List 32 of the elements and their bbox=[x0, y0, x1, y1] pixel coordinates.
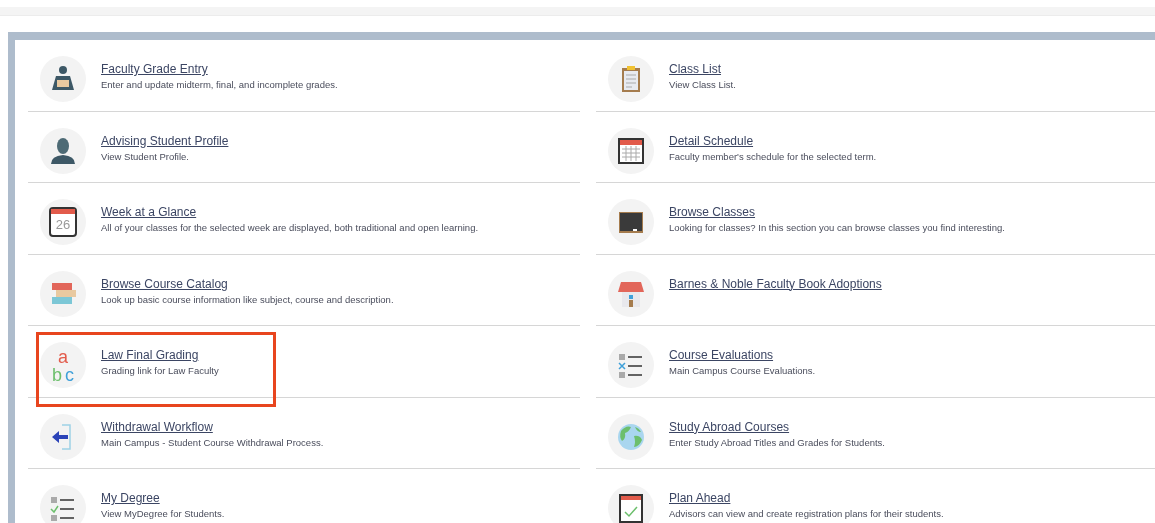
link[interactable]: Course Evaluations bbox=[669, 348, 774, 363]
link[interactable]: Browse Classes bbox=[669, 205, 756, 220]
description: Advisors can view and create registration plans for their students. bbox=[669, 507, 944, 521]
globe-icon bbox=[616, 421, 646, 452]
description: Main Campus - Student Course Withdrawal Process. bbox=[101, 435, 324, 450]
description: Look up basic course information like subject, course and description. bbox=[101, 292, 394, 307]
link[interactable]: Withdrawal Workflow bbox=[101, 419, 213, 435]
link[interactable]: Law Final Grading bbox=[101, 348, 199, 363]
calendar-grid-icon bbox=[616, 135, 646, 166]
link[interactable]: Barnes & Noble Faculty Book Adoptions bbox=[669, 276, 882, 292]
description: Looking for classes? In this section you can browse classes you find interesting. bbox=[669, 221, 1005, 235]
link[interactable]: My Degree bbox=[101, 491, 160, 506]
description: View MyDegree for Students. bbox=[101, 507, 225, 521]
link[interactable]: Week at a Glance bbox=[101, 205, 197, 220]
description: Enter and update midterm, final, and incomplete grades. bbox=[101, 78, 338, 92]
letters-icon: a b c bbox=[48, 348, 78, 382]
link[interactable]: Browse Course Catalog bbox=[101, 276, 228, 292]
link[interactable]: Study Abroad Courses bbox=[669, 419, 790, 435]
description: Main Campus Course Evaluations. bbox=[669, 364, 816, 378]
link[interactable]: Plan Ahead bbox=[669, 491, 731, 506]
description: Grading link for Law Faculty bbox=[101, 364, 219, 378]
description: Faculty member's schedule for the selected term. bbox=[669, 149, 877, 164]
calendar-icon: 26 bbox=[49, 207, 77, 237]
description: Enter Study Abroad Titles and Grades for Students. bbox=[669, 435, 885, 450]
link[interactable]: Class List bbox=[669, 62, 721, 77]
description: All of your classes for the selected week are displayed, both traditional and open learning. bbox=[101, 221, 479, 235]
description: View Class List. bbox=[669, 78, 736, 92]
person-icon bbox=[48, 135, 78, 166]
link[interactable]: Detail Schedule bbox=[669, 133, 754, 149]
description: View Student Profile. bbox=[101, 149, 190, 164]
link[interactable]: Faculty Grade Entry bbox=[101, 62, 208, 77]
link[interactable]: Advising Student Profile bbox=[101, 133, 229, 149]
